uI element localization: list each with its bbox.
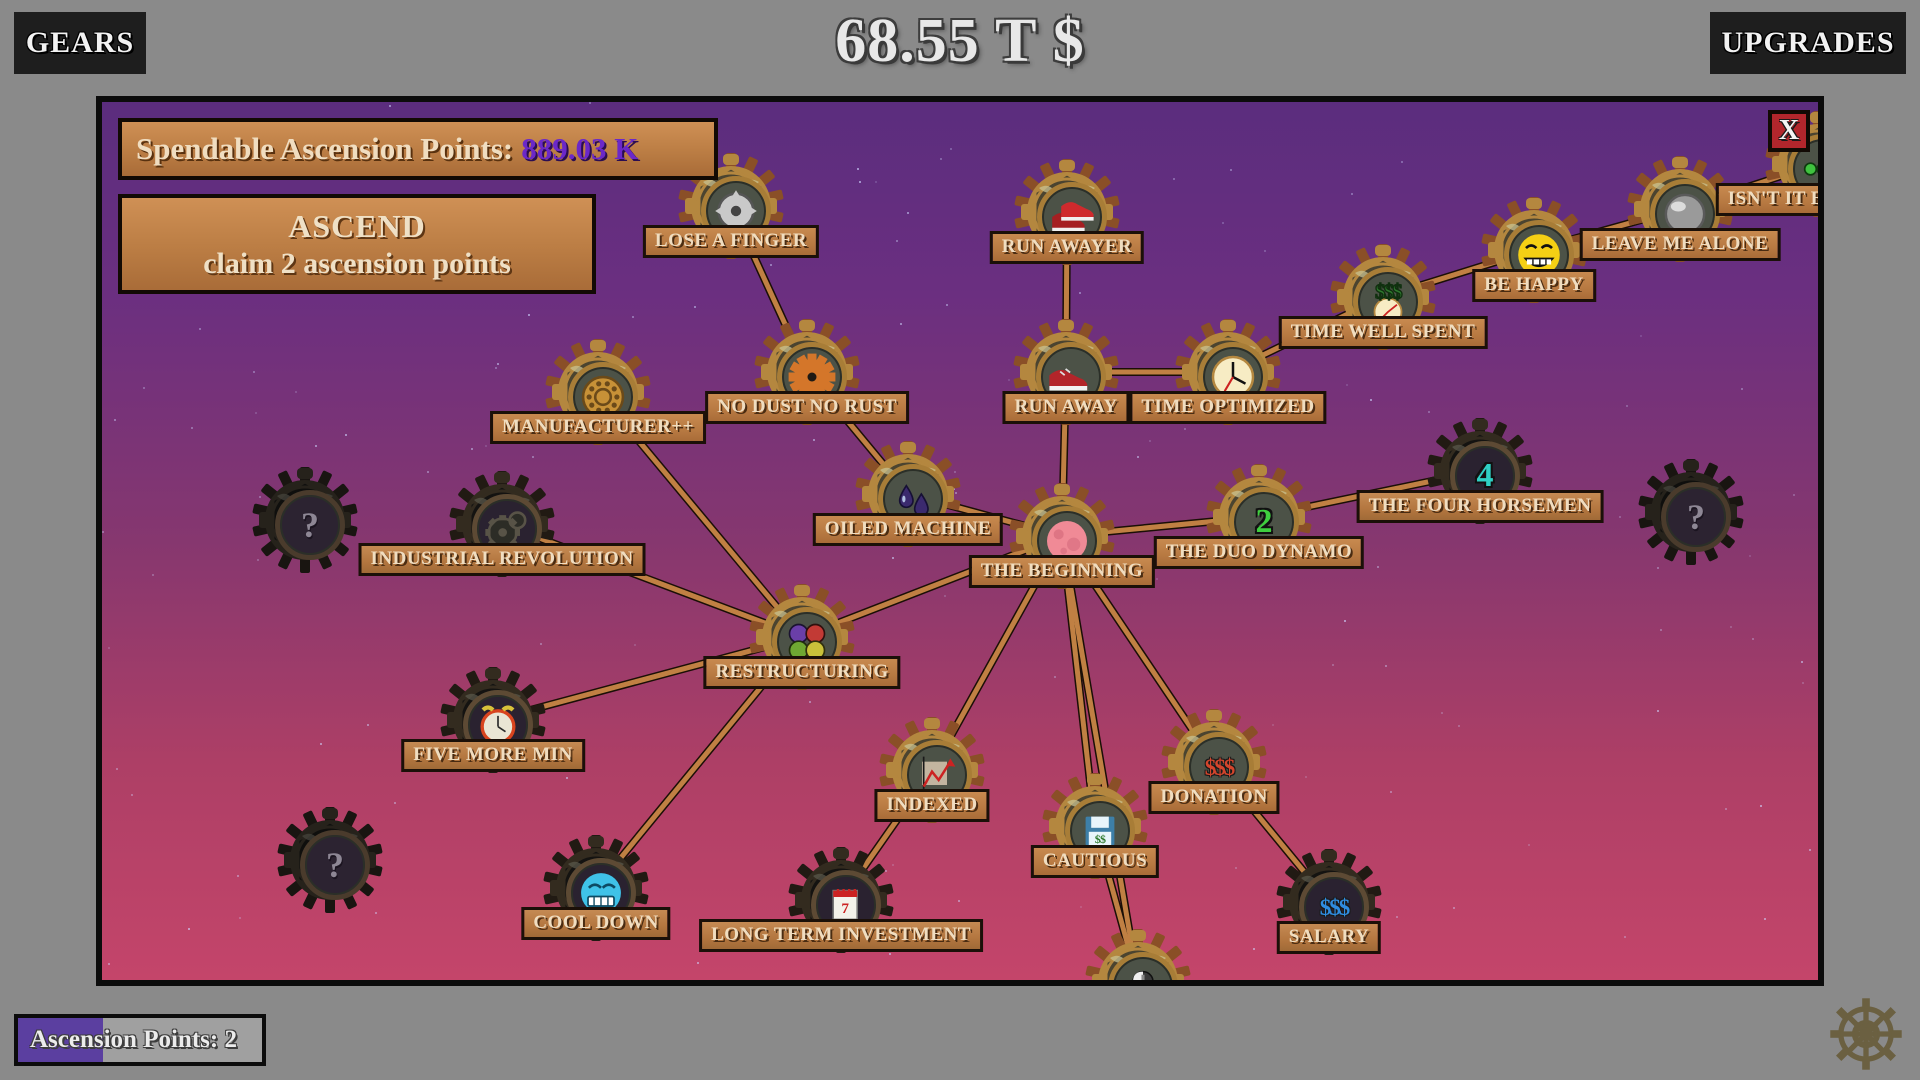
tree-node-be-happy[interactable]: BE HAPPY [1472,197,1596,303]
node-label[interactable]: SALARY [1276,921,1382,954]
node-frame: ? [252,467,358,573]
tree-node-no-dust-no-rust[interactable]: NO DUST NO RUST [705,319,909,425]
node-label[interactable]: LEAVE ME ALONE [1579,228,1781,261]
node-label[interactable]: CAUTIOUS [1030,845,1160,878]
ascend-button-subtitle: claim 2 ascension points [203,246,511,280]
tree-node-cautious[interactable]: $$ CAUTIOUS [1030,773,1160,879]
tree-node-indexed[interactable]: INDEXED [874,717,990,823]
tree-node-the-duo-dynamo[interactable]: 2 THE DUO DYNAMO [1153,464,1365,570]
tree-node-click[interactable]: CLICK! [1085,929,1191,980]
svg-text:7: 7 [841,900,849,917]
ascension-points-text: Ascension Points: 2 [30,1026,237,1053]
node-label[interactable]: INDEXED [874,789,990,822]
node-label[interactable]: RUN AWAYER [989,231,1145,264]
ascend-button-title: ASCEND [288,207,426,244]
tree-node-salary[interactable]: $$$ SALARY [1276,849,1382,955]
gear-icon[interactable] [1828,996,1904,1072]
node-label[interactable]: MANUFACTURER++ [490,411,706,444]
tree-node-run-away[interactable]: RUN AWAY [1002,319,1130,425]
node-frame [1085,929,1191,980]
ascension-tree-panel: RUN AWAYER RUN AWAY TIME OPTIMIZED $$$ T… [96,96,1824,986]
tree-node-cool-down[interactable]: COOL DOWN [521,835,671,941]
node-label[interactable]: THE DUO DYNAMO [1153,536,1365,569]
node-label[interactable]: LOSE A FINGER [642,225,820,258]
svg-text:$$$: $$$ [1375,281,1402,303]
node-label[interactable]: RUN AWAY [1002,391,1130,424]
tree-node-run-awayer[interactable]: RUN AWAYER [989,159,1145,265]
tree-node-long-term-investment[interactable]: 7 LONG TERM INVESTMENT [699,847,983,953]
svg-text:$$: $$ [1095,832,1106,846]
ascend-button[interactable]: ASCEND claim 2 ascension points [118,194,596,294]
close-button[interactable]: X [1768,110,1810,152]
node-frame: ? [1638,459,1744,565]
tree-node-time-optimized[interactable]: TIME OPTIMIZED [1129,319,1327,425]
tree-node-industrial-revolution[interactable]: INDUSTRIAL REVOLUTION [358,471,646,577]
tree-node-leave-me-alone[interactable]: LEAVE ME ALONE [1579,156,1781,262]
spendable-points-value: 889.03 K [521,131,639,166]
question-mark-icon: ? [275,490,345,560]
top-bar: GEARS 68.55 T $ UPGRADES [0,0,1920,96]
node-label[interactable]: COOL DOWN [521,907,671,940]
spendable-ascension-points-panel: Spendable Ascension Points: 889.03 K [118,118,718,180]
node-label[interactable]: INDUSTRIAL REVOLUTION [358,543,646,576]
node-label[interactable]: TIME OPTIMIZED [1129,391,1327,424]
question-mark-icon: ? [300,830,370,900]
node-frame: ? [277,807,383,913]
node-label[interactable]: RESTRUCTURING [703,656,901,689]
node-label[interactable]: NO DUST NO RUST [705,391,909,424]
tree-node-restructuring[interactable]: RESTRUCTURING [703,584,901,690]
tree-node-manufacturer-pp[interactable]: MANUFACTURER++ [490,339,706,445]
node-label[interactable]: LONG TERM INVESTMENT [699,919,983,952]
tree-node-the-beginning[interactable]: THE BEGINNING [968,483,1156,589]
node-label[interactable]: BE HAPPY [1472,269,1596,302]
tree-node-the-four-horsemen[interactable]: 4 THE FOUR HORSEMEN [1356,418,1604,524]
node-label[interactable]: DONATION [1148,781,1280,814]
upgrades-button[interactable]: UPGRADES [1710,12,1906,74]
node-label[interactable]: THE BEGINNING [968,555,1156,588]
tree-node-donation[interactable]: $$$ DONATION [1148,709,1280,815]
ascension-points-bar: Ascension Points: 2 [14,1014,266,1066]
tree-node-hidden[interactable]: ? [277,807,383,913]
node-label[interactable]: TIME WELL SPENT [1278,316,1488,349]
node-label[interactable]: OILED MACHINE [812,513,1004,546]
node-label[interactable]: THE FOUR HORSEMEN [1356,490,1604,523]
tree-node-time-well-spent[interactable]: $$$ TIME WELL SPENT [1278,244,1488,350]
spendable-points-label: Spendable Ascension Points: [136,131,514,166]
tree-node-hidden[interactable]: ? [1638,459,1744,565]
question-mark-icon: ? [1661,482,1731,552]
node-label[interactable]: FIVE MORE MIN [401,739,585,772]
node-label[interactable]: ISN'T IT ENOUGH? [1715,183,1818,216]
currency-display: 68.55 T $ [835,7,1085,75]
tree-node-five-more-min[interactable]: FIVE MORE MIN [401,667,585,773]
tree-node-oiled-machine[interactable]: OILED MACHINE [812,441,1004,547]
close-icon: X [1778,115,1800,146]
tree-node-hidden[interactable]: ? [252,467,358,573]
